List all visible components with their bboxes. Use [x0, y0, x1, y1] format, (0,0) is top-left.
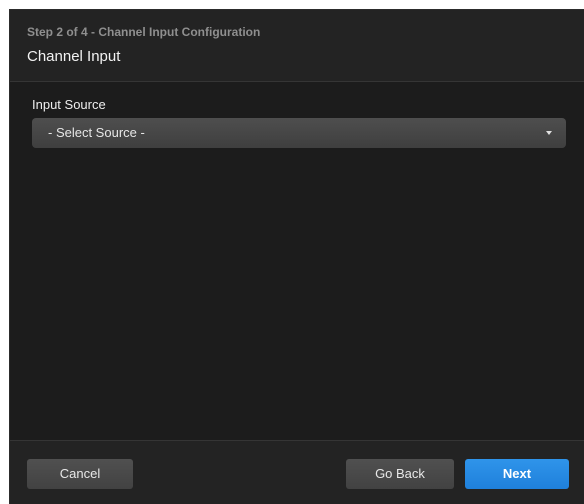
go-back-button[interactable]: Go Back [346, 459, 454, 489]
input-source-selected-value: - Select Source - [48, 125, 145, 140]
cancel-button[interactable]: Cancel [27, 459, 133, 489]
next-button[interactable]: Next [465, 459, 569, 489]
dialog-header: Step 2 of 4 - Channel Input Configuratio… [10, 10, 584, 82]
dialog-footer: Cancel Go Back Next [10, 440, 584, 504]
channel-input-dialog: Step 2 of 4 - Channel Input Configuratio… [9, 9, 584, 504]
dialog-title: Channel Input [27, 48, 121, 65]
page-background: Step 2 of 4 - Channel Input Configuratio… [0, 0, 584, 504]
step-indicator: Step 2 of 4 - Channel Input Configuratio… [27, 25, 261, 39]
caret-down-icon [546, 131, 552, 135]
input-source-label: Input Source [32, 97, 106, 112]
input-source-select[interactable]: - Select Source - [32, 118, 566, 148]
